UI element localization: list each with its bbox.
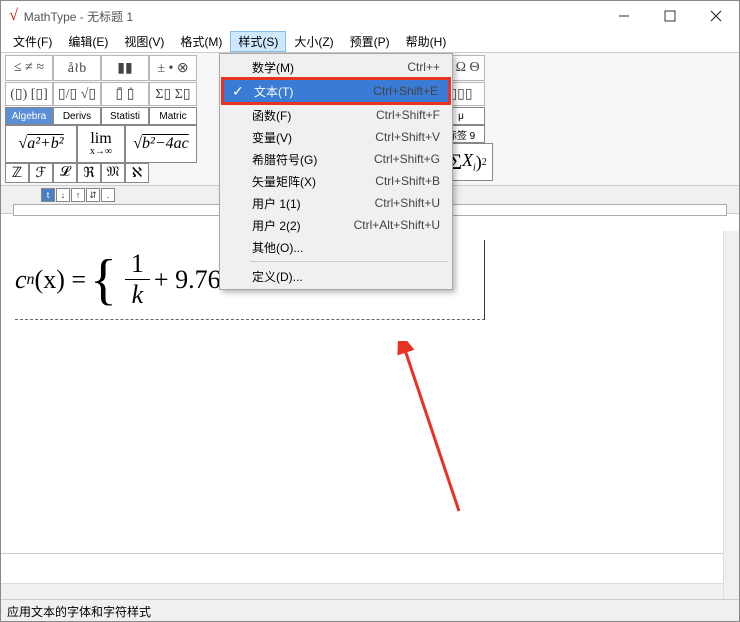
menu-preset[interactable]: 预置(P) (342, 31, 398, 52)
style-dropdown: 数学(M)Ctrl++ ✓文本(T)Ctrl+Shift+E 函数(F)Ctrl… (219, 53, 453, 290)
menu-help[interactable]: 帮助(H) (398, 31, 455, 52)
brace-icon: { (90, 252, 117, 308)
dd-matrix[interactable]: 矢量矩阵(X)Ctrl+Shift+B (222, 170, 450, 192)
ruler-icon-5[interactable]: . (101, 188, 115, 202)
scrollbar-vertical[interactable] (723, 231, 739, 599)
tab-algebra[interactable]: Algebra (5, 107, 53, 125)
menu-edit[interactable]: 编辑(E) (60, 31, 116, 52)
tab-matrices[interactable]: Matric (149, 107, 197, 125)
tab-statistics[interactable]: Statisti (101, 107, 149, 125)
menu-file[interactable]: 文件(F) (5, 31, 60, 52)
menu-style[interactable]: 样式(S) (230, 31, 286, 52)
sym-f[interactable]: ℱ (29, 163, 53, 183)
dd-other[interactable]: 其他(O)... (222, 236, 450, 258)
tab-derivs[interactable]: Derivs (53, 107, 101, 125)
tb-spaces[interactable]: å≀b (53, 55, 101, 81)
sym-z[interactable]: ℤ (5, 163, 29, 183)
big-sqrt[interactable]: √a²+b² (5, 125, 77, 163)
toolbar-left-group: Algebra Derivs Statisti Matric √a²+b² li… (5, 107, 197, 183)
menu-view[interactable]: 视图(V) (116, 31, 172, 52)
titlebar: √ MathType - 无标题 1 (1, 1, 739, 31)
dd-function[interactable]: 函数(F)Ctrl+Shift+F (222, 104, 450, 126)
dd-math[interactable]: 数学(M)Ctrl++ (222, 56, 450, 78)
scrollbar-horizontal[interactable] (1, 583, 723, 599)
tb-fractions[interactable]: ▯/▯ √▯ (53, 82, 101, 106)
sym-r[interactable]: ℜ (77, 163, 101, 183)
tb-fences[interactable]: (▯) [▯] (5, 82, 53, 106)
ruler-icon-3[interactable]: ↑ (71, 188, 85, 202)
frac-den: k (132, 280, 144, 310)
formula-lhs-c: c (15, 265, 27, 295)
big-lim[interactable]: limx→∞ (77, 125, 125, 163)
tb-rel-ops[interactable]: ≤ ≠ ≈ (5, 55, 53, 81)
sym-l[interactable]: 𝓛 (53, 163, 77, 183)
dd-user2[interactable]: 用户 2(2)Ctrl+Alt+Shift+U (222, 214, 450, 236)
dd-greek[interactable]: 希腊符号(G)Ctrl+Shift+G (222, 148, 450, 170)
window-buttons (601, 1, 739, 31)
app-logo: √ (9, 7, 18, 25)
ruler-icon-1[interactable]: t (41, 188, 55, 202)
maximize-button[interactable] (647, 1, 693, 31)
dd-variable[interactable]: 变量(V)Ctrl+Shift+V (222, 126, 450, 148)
ruler-icon-2[interactable]: ↓ (56, 188, 70, 202)
fraction: 1 k (125, 249, 150, 310)
tb-operators[interactable]: ± • ⊗ (149, 55, 197, 81)
sym-aleph[interactable]: ℵ (125, 163, 149, 183)
check-icon: ✓ (232, 83, 244, 100)
dd-user1[interactable]: 用户 1(1)Ctrl+Shift+U (222, 192, 450, 214)
status-text: 应用文本的字体和字符样式 (7, 605, 151, 619)
statusbar: 应用文本的字体和字符样式 (1, 599, 739, 621)
menubar: 文件(F) 编辑(E) 视图(V) 格式(M) 样式(S) 大小(Z) 预置(P… (1, 31, 739, 53)
menu-size[interactable]: 大小(Z) (286, 31, 341, 52)
sym-m[interactable]: 𝔐 (101, 163, 125, 183)
big-discriminant[interactable]: √b²−4ac (125, 125, 197, 163)
window-title: MathType - 无标题 1 (24, 8, 601, 25)
dd-define[interactable]: 定义(D)... (222, 265, 450, 287)
formula-plus: + 9.76 (154, 265, 221, 295)
tb-overbar[interactable]: ▯̄ ▯̇ (101, 82, 149, 106)
tb-sums[interactable]: Σ▯ Σ▯ (149, 82, 197, 106)
dd-text[interactable]: ✓文本(T)Ctrl+Shift+E (221, 77, 451, 105)
menu-format[interactable]: 格式(M) (172, 31, 230, 52)
dropdown-separator (250, 261, 448, 262)
small-symbol-row: ℤ ℱ 𝓛 ℜ 𝔐 ℵ (5, 163, 197, 183)
formula-lhs-arg: (x) = (35, 265, 86, 295)
frac-num: 1 (125, 249, 150, 280)
ruler-icon-4[interactable]: ⇵ (86, 188, 100, 202)
annotation-arrow-icon (339, 341, 479, 521)
formula-lhs-sub: n (27, 271, 35, 289)
tb-embellish[interactable]: ▮▮ (101, 55, 149, 81)
close-button[interactable] (693, 1, 739, 31)
minimize-button[interactable] (601, 1, 647, 31)
